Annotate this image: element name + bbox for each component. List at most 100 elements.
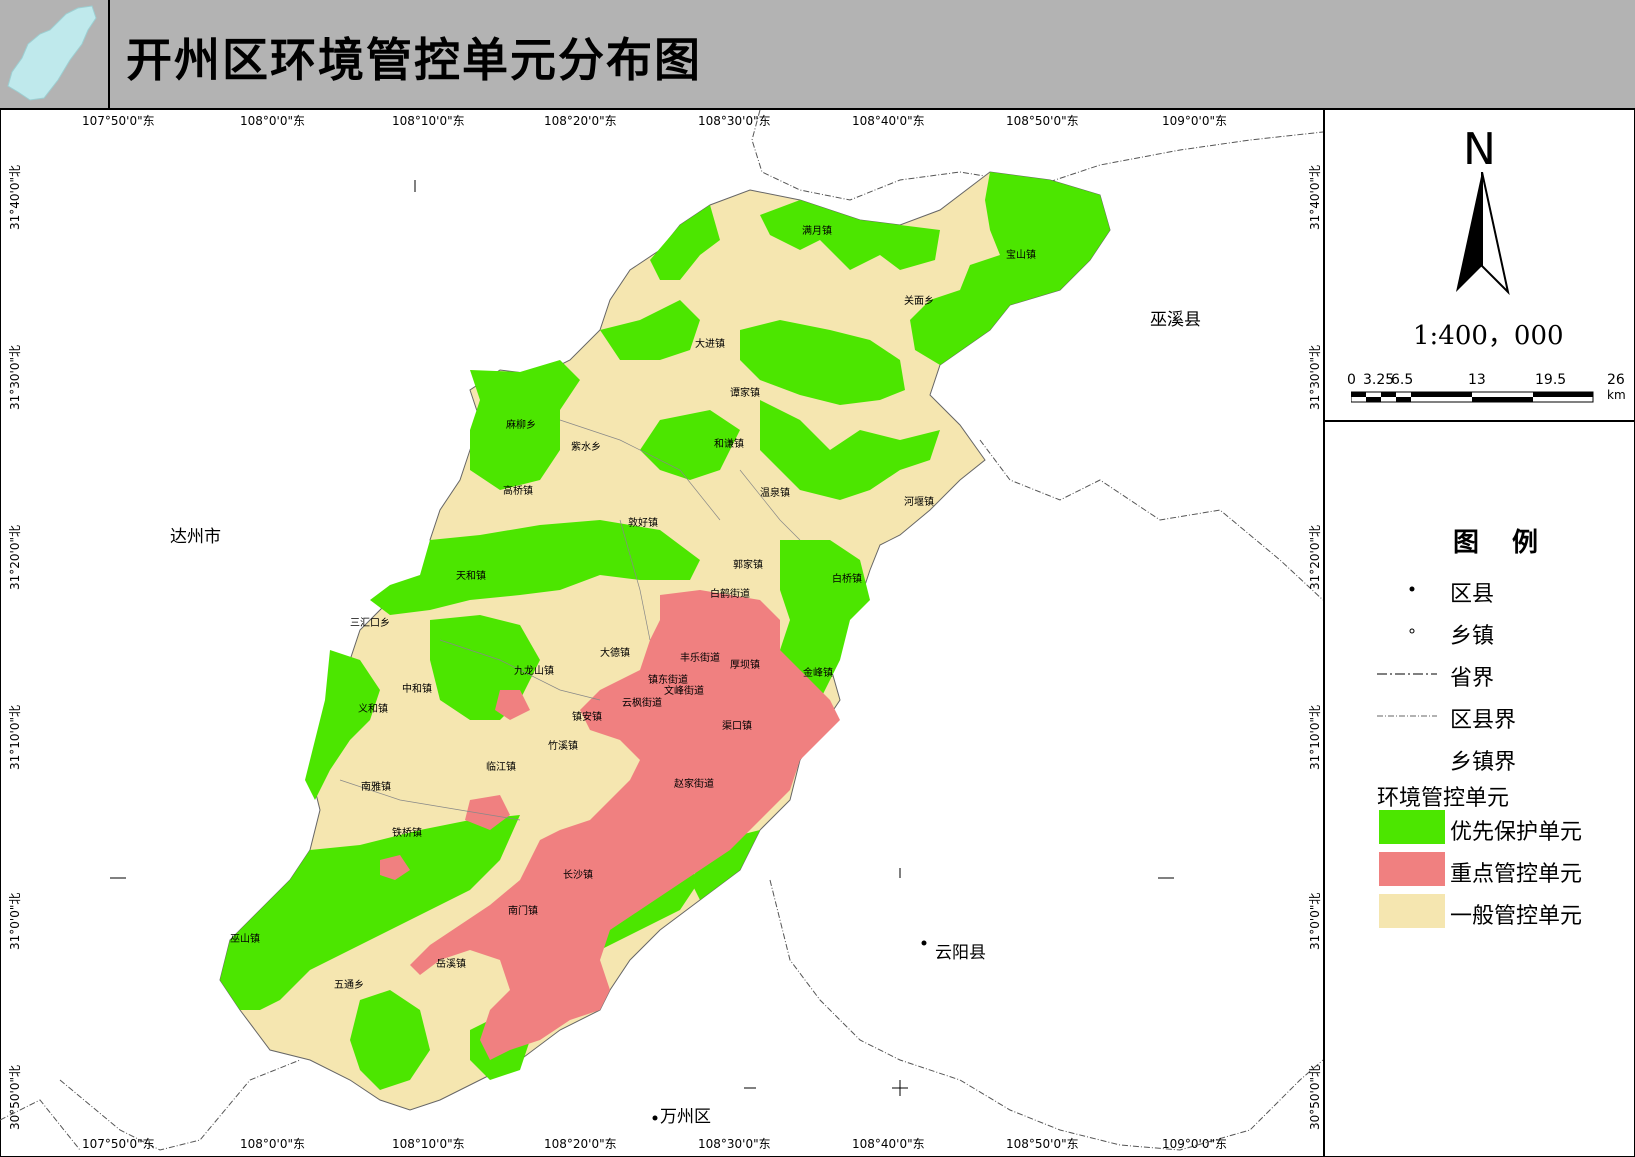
- coord-top: 108°10'0"东: [392, 114, 465, 128]
- region-label-wuxi: 巫溪县: [1150, 310, 1201, 330]
- coord-top: 108°30'0"东: [698, 114, 771, 128]
- legend-item-label: 乡镇界: [1450, 750, 1517, 775]
- coord-top: 108°40'0"东: [852, 114, 925, 128]
- town-label: 白鹤街道: [710, 589, 750, 600]
- scale-tick-label: 19.5: [1535, 372, 1567, 388]
- town-label: 郭家镇: [733, 560, 763, 571]
- coord-bottom: 108°20'0"东: [544, 1137, 617, 1151]
- coord-left: 31°20'0"北: [8, 525, 22, 590]
- map-title: 开州区环境管控单元分布图: [126, 33, 702, 87]
- scale-tick-label: 6.5: [1391, 372, 1414, 388]
- coord-right: 31°20'0"北: [1308, 525, 1322, 590]
- town-label: 五通乡: [334, 980, 364, 991]
- title-bar: 开州区环境管控单元分布图: [0, 0, 1635, 110]
- coord-top: 108°0'0"东: [240, 114, 305, 128]
- town-label: 丰乐街道: [680, 653, 720, 664]
- legend-unit-label: 一般管控单元: [1450, 904, 1583, 929]
- town-label: 三汇口乡: [350, 618, 390, 629]
- legend-swatch-priority: [1379, 810, 1445, 844]
- north-letter: N: [1463, 124, 1496, 175]
- legend-title: 图 例: [1453, 528, 1551, 558]
- county-dot-icon: [1409, 586, 1415, 592]
- legend-item-label: 省界: [1450, 666, 1495, 691]
- coord-right: 31°30'0"北: [1308, 345, 1322, 410]
- legend-item-county-boundary: 区县界: [1325, 696, 1635, 736]
- town-label: 南门镇: [508, 906, 538, 917]
- coord-right: 30°50'0"北: [1308, 1065, 1322, 1130]
- legend-unit-key: 重点管控单元: [1325, 852, 1635, 892]
- legend-item-town: 乡镇: [1325, 612, 1635, 652]
- scale-bar: [1351, 391, 1594, 403]
- town-label: 大进镇: [695, 339, 725, 350]
- town-label: 大德镇: [600, 648, 630, 659]
- legend-section-title: 环境管控单元: [1377, 786, 1510, 811]
- town-label: 满月镇: [802, 226, 832, 237]
- legend-swatch-key: [1379, 852, 1445, 886]
- scale-unit: km: [1607, 388, 1626, 402]
- coord-bottom: 109°0'0"东: [1162, 1137, 1227, 1151]
- legend-item-province-boundary: 省界: [1325, 654, 1635, 694]
- town-label: 金峰镇: [803, 668, 833, 679]
- scale-tick-label: 26: [1607, 372, 1625, 388]
- coord-top: 109°0'0"东: [1162, 114, 1227, 128]
- town-label: 厚坝镇: [730, 660, 760, 671]
- town-label: 温泉镇: [760, 488, 790, 499]
- town-label: 渠口镇: [722, 721, 752, 732]
- north-arrow-icon: [1456, 172, 1510, 296]
- town-label: 白桥镇: [832, 574, 862, 585]
- town-label: 宝山镇: [1006, 250, 1036, 261]
- region-label-wanzhou: 万州区: [660, 1107, 711, 1127]
- coord-bottom: 107°50'0"东: [82, 1137, 155, 1151]
- coord-left: 31°30'0"北: [8, 345, 22, 410]
- province-boundary-line-icon: [1377, 673, 1437, 675]
- coord-bottom: 108°40'0"东: [852, 1137, 925, 1151]
- coord-right: 31°40'0"北: [1308, 165, 1322, 230]
- coord-right: 31°10'0"北: [1308, 705, 1322, 770]
- town-label: 谭家镇: [730, 388, 760, 399]
- town-label: 临江镇: [486, 762, 516, 773]
- legend-item-label: 乡镇: [1450, 624, 1495, 649]
- town-label: 河堰镇: [904, 497, 934, 508]
- scale-ratio: 1:400，000: [1413, 321, 1564, 351]
- legend-item-label: 区县: [1450, 582, 1495, 607]
- legend-unit-general: 一般管控单元: [1325, 894, 1635, 934]
- town-label: 镇安镇: [572, 712, 602, 723]
- coord-left: 31°0'0"北: [8, 892, 22, 950]
- town-label: 义和镇: [358, 704, 388, 715]
- coord-bottom: 108°30'0"东: [698, 1137, 771, 1151]
- legend-item-town-boundary: 乡镇界: [1325, 738, 1635, 778]
- town-label: 巫山镇: [230, 934, 260, 945]
- town-label: 紫水乡: [571, 442, 601, 453]
- town-label: 麻柳乡: [506, 420, 536, 431]
- right-panel: N 1:400，000 0 3.25 6.5 13 19.5 26 km 图 例…: [1323, 110, 1635, 1157]
- coord-bottom: 108°0'0"东: [240, 1137, 305, 1151]
- county-boundary-line-icon: [1377, 715, 1437, 717]
- district-outline-logo: [0, 0, 110, 108]
- coord-right: 31°0'0"北: [1308, 892, 1322, 950]
- legend-swatch-general: [1379, 894, 1445, 928]
- legend-item-label: 区县界: [1450, 708, 1517, 733]
- town-label: 铁桥镇: [392, 828, 422, 839]
- town-label: 长沙镇: [563, 870, 593, 881]
- scale-tick-label: 3.25: [1363, 372, 1395, 388]
- town-label: 云枫街道: [622, 698, 662, 709]
- scale-tick-label: 13: [1468, 372, 1486, 388]
- town-label: 敦好镇: [628, 518, 658, 529]
- town-label: 关面乡: [904, 296, 934, 307]
- legend-unit-priority: 优先保护单元: [1325, 810, 1635, 850]
- town-label: 天和镇: [456, 571, 486, 582]
- north-scale-panel: N 1:400，000 0 3.25 6.5 13 19.5 26 km: [1325, 110, 1635, 422]
- coord-left: 30°50'0"北: [8, 1065, 22, 1130]
- region-label-yunyang: 云阳县: [935, 943, 986, 963]
- county-boundary-line: [979, 439, 1323, 601]
- scale-tick-label: 0: [1347, 372, 1356, 388]
- town-label: 和谦镇: [714, 439, 744, 450]
- town-label: 竹溪镇: [548, 741, 578, 752]
- legend-unit-label: 优先保护单元: [1450, 820, 1583, 845]
- town-label: 高桥镇: [503, 486, 533, 497]
- town-label: 南雅镇: [361, 782, 391, 793]
- map-canvas[interactable]: 达州市 巫溪县 云阳县 万州区 满月镇 宝山镇 关面乡 大进镇 谭家镇 麻柳乡 …: [0, 110, 1323, 1157]
- legend-unit-label: 重点管控单元: [1450, 862, 1583, 887]
- town-label: 中和镇: [402, 684, 432, 695]
- town-label: 九龙山镇: [514, 666, 554, 677]
